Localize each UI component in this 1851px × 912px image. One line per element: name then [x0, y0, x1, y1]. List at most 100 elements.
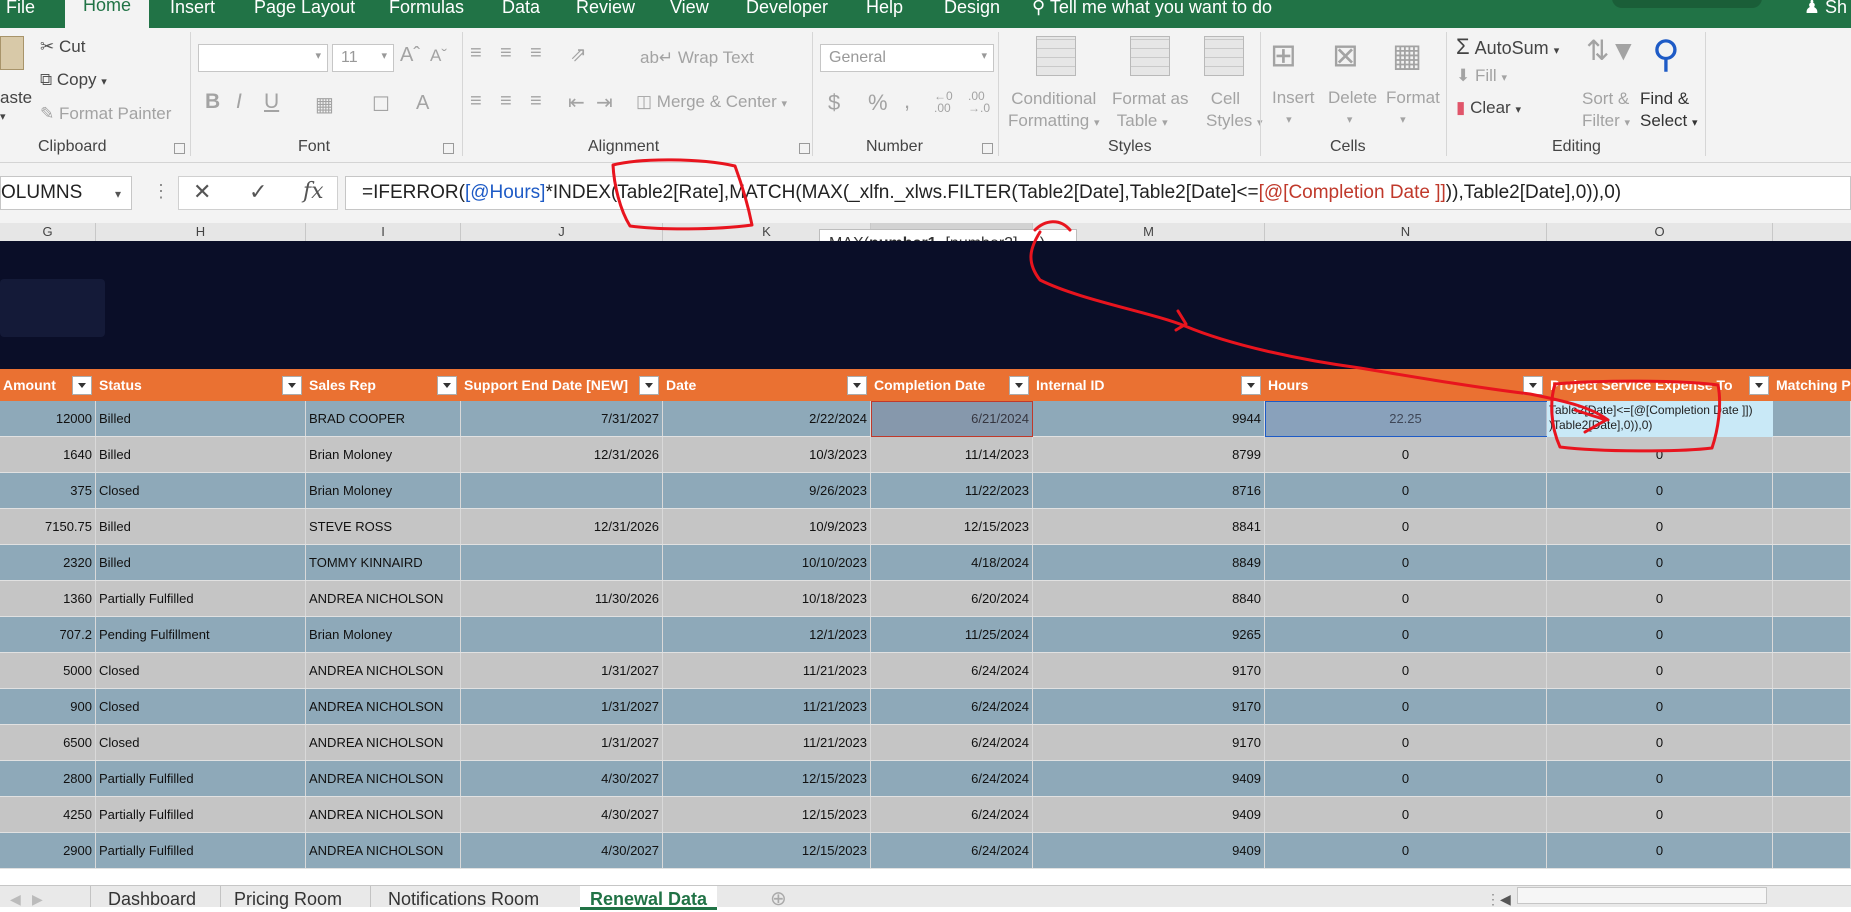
filter-dropdown-icon[interactable] — [1749, 376, 1769, 395]
date-cell[interactable]: 10/3/2023 — [663, 437, 871, 472]
tab-formulas[interactable]: Formulas — [389, 0, 464, 28]
enter-icon[interactable]: ✓ — [249, 179, 267, 205]
sales-rep-cell[interactable]: Brian Moloney — [306, 473, 461, 508]
project-service-expense-cell[interactable]: 0 — [1547, 833, 1773, 868]
search-pill[interactable] — [1612, 0, 1762, 8]
completion-date-cell[interactable]: 6/24/2024 — [871, 833, 1033, 868]
support-end-date-cell[interactable]: 12/31/2026 — [461, 509, 663, 544]
column-header-h[interactable]: H — [96, 223, 306, 241]
fill-button[interactable]: ⬇ Fill ▾ — [1456, 66, 1507, 86]
internal-id-cell[interactable]: 9170 — [1033, 653, 1265, 688]
project-service-expense-cell[interactable]: 0 — [1547, 509, 1773, 544]
paste-label[interactable]: aste — [0, 88, 32, 108]
matching-cell[interactable] — [1773, 797, 1851, 832]
matching-cell[interactable] — [1773, 473, 1851, 508]
date-cell[interactable]: 11/21/2023 — [663, 725, 871, 760]
support-end-date-cell[interactable]: 4/30/2027 — [461, 761, 663, 796]
scroll-left-icon[interactable]: ◀ — [10, 886, 21, 907]
sales-rep-cell[interactable]: ANDREA NICHOLSON — [306, 761, 461, 796]
internal-id-cell[interactable]: 8849 — [1033, 545, 1265, 580]
font-size-combo[interactable]: 11 ▾ — [332, 44, 394, 72]
alignment-launcher-icon[interactable] — [799, 143, 810, 154]
decrease-indent-icon[interactable]: ⇤ — [568, 90, 585, 115]
date-cell[interactable]: 9/26/2023 — [663, 473, 871, 508]
format-as-table-icon[interactable] — [1130, 36, 1170, 76]
merge-center-button[interactable]: ◫ Merge & Center ▾ — [636, 92, 787, 112]
column-header-o[interactable]: O — [1547, 223, 1773, 241]
tab-help[interactable]: Help — [866, 0, 903, 28]
currency-button[interactable]: $ — [828, 90, 840, 116]
tab-insert[interactable]: Insert — [170, 0, 215, 28]
date-cell[interactable]: 11/21/2023 — [663, 689, 871, 724]
tab-view[interactable]: View — [670, 0, 709, 28]
borders-icon[interactable]: ▦ — [315, 92, 334, 117]
amount-cell[interactable]: 375 — [0, 473, 96, 508]
hours-cell[interactable]: 0 — [1265, 473, 1547, 508]
sales-rep-cell[interactable]: Brian Moloney — [306, 437, 461, 472]
support-end-date-cell[interactable]: 1/31/2027 — [461, 653, 663, 688]
matching-cell[interactable] — [1773, 545, 1851, 580]
sheet-tab-pricing-room[interactable]: Pricing Room — [234, 886, 342, 909]
format-painter-button[interactable]: ✎ Format Painter — [40, 104, 171, 124]
matching-cell[interactable] — [1773, 761, 1851, 796]
align-center-icon[interactable]: ≡ — [500, 90, 512, 113]
increase-decimal-icon[interactable]: ←0.00 — [934, 90, 953, 114]
matching-cell[interactable] — [1773, 401, 1851, 436]
matching-cell[interactable] — [1773, 617, 1851, 652]
font-color-icon[interactable]: A — [416, 92, 429, 115]
hours-cell[interactable]: 0 — [1265, 509, 1547, 544]
project-service-expense-cell[interactable]: 0 — [1547, 437, 1773, 472]
hours-cell[interactable]: 0 — [1265, 725, 1547, 760]
font-name-combo[interactable]: ▾ — [198, 44, 328, 72]
status-cell[interactable]: Billed — [96, 437, 306, 472]
status-cell[interactable]: Closed — [96, 473, 306, 508]
sales-rep-cell[interactable]: ANDREA NICHOLSON — [306, 797, 461, 832]
shrink-font-icon[interactable]: Aˇ — [430, 46, 447, 66]
amount-cell[interactable]: 2900 — [0, 833, 96, 868]
sort-filter-icon[interactable]: ⇅▼ — [1586, 34, 1637, 67]
conditional-formatting-icon[interactable] — [1036, 36, 1076, 76]
status-cell[interactable]: Closed — [96, 653, 306, 688]
amount-cell[interactable]: 707.2 — [0, 617, 96, 652]
cut-button[interactable]: ✂ Cut — [40, 37, 85, 57]
amount-cell[interactable]: 2800 — [0, 761, 96, 796]
comma-button[interactable]: , — [904, 88, 910, 114]
delete-button[interactable]: Delete ▾ — [1328, 88, 1377, 128]
hscroll-left-icon[interactable]: ◀ — [1500, 886, 1511, 907]
support-end-date-cell[interactable]: 1/31/2027 — [461, 689, 663, 724]
sheet-tab-notifications-room[interactable]: Notifications Room — [388, 886, 539, 909]
filter-dropdown-icon[interactable] — [847, 376, 867, 395]
amount-cell[interactable]: 12000 — [0, 401, 96, 436]
tab-design[interactable]: Design — [944, 0, 1000, 28]
align-left-icon[interactable]: ≡ — [470, 90, 482, 113]
insert-function-icon[interactable]: fx — [303, 179, 324, 204]
support-end-date-cell[interactable] — [461, 473, 663, 508]
align-bottom-icon[interactable]: ≡ — [530, 42, 542, 65]
support-end-date-cell[interactable]: 4/30/2027 — [461, 797, 663, 832]
date-cell[interactable]: 10/10/2023 — [663, 545, 871, 580]
column-header-i[interactable]: I — [306, 223, 461, 241]
status-cell[interactable]: Billed — [96, 401, 306, 436]
sales-rep-cell[interactable]: BRAD COOPER — [306, 401, 461, 436]
tab-review[interactable]: Review — [576, 0, 635, 28]
internal-id-cell[interactable]: 9409 — [1033, 761, 1265, 796]
wrap-text-button[interactable]: ab↵ Wrap Text — [640, 48, 754, 68]
support-end-date-cell[interactable] — [461, 617, 663, 652]
clear-button[interactable]: ▮ Clear ▾ — [1456, 98, 1521, 118]
scroll-handle-icon[interactable]: ⋮ — [1486, 886, 1500, 907]
amount-cell[interactable]: 1640 — [0, 437, 96, 472]
tab-page-layout[interactable]: Page Layout — [254, 0, 355, 28]
filter-dropdown-icon[interactable] — [72, 376, 92, 395]
sales-rep-cell[interactable]: ANDREA NICHOLSON — [306, 725, 461, 760]
format-as-table-button[interactable]: Format as Table ▾ — [1112, 88, 1189, 134]
project-service-expense-cell[interactable]: 0 — [1547, 797, 1773, 832]
column-header-p[interactable] — [1773, 223, 1851, 241]
internal-id-cell[interactable]: 9170 — [1033, 725, 1265, 760]
completion-date-cell[interactable]: 6/24/2024 — [871, 689, 1033, 724]
delete-cells-icon[interactable]: ⊠ — [1332, 36, 1359, 74]
paste-icon[interactable] — [0, 36, 24, 70]
filter-dropdown-icon[interactable] — [437, 376, 457, 395]
tab-developer[interactable]: Developer — [746, 0, 828, 28]
horizontal-scrollbar[interactable] — [1517, 887, 1767, 904]
column-header-g[interactable]: G — [0, 223, 96, 241]
